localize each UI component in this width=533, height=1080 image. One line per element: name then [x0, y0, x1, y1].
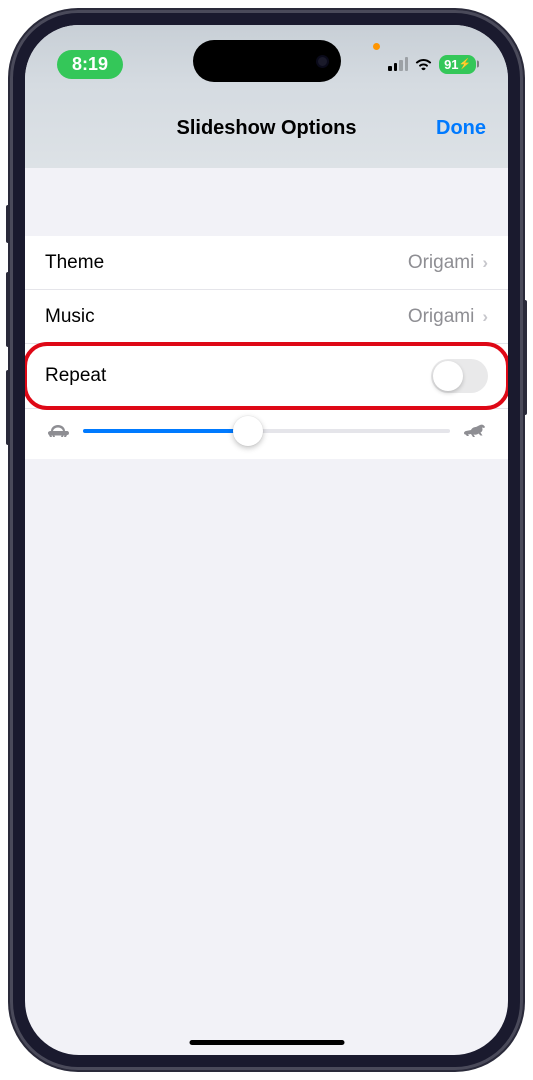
dynamic-island	[193, 40, 341, 82]
slider-thumb[interactable]	[233, 416, 263, 446]
tortoise-icon	[45, 421, 71, 441]
slider-fill	[83, 429, 248, 433]
charging-icon: ⚡	[459, 59, 471, 70]
music-value: Origami	[408, 306, 475, 328]
repeat-label: Repeat	[45, 365, 106, 387]
power-button	[523, 300, 527, 415]
theme-value: Origami	[408, 252, 475, 274]
home-indicator[interactable]	[189, 1040, 344, 1045]
music-label: Music	[45, 306, 95, 328]
battery-indicator: 91⚡	[439, 55, 476, 74]
silence-switch	[6, 205, 10, 243]
iphone-frame: 8:19 91⚡ Slideshow Options Done	[10, 10, 523, 1070]
chevron-right-icon: ›	[482, 307, 488, 327]
content-area: Theme Origami › Music Origami › Re	[25, 168, 508, 459]
repeat-row[interactable]: Repeat	[25, 342, 508, 410]
cellular-signal-icon	[388, 57, 408, 71]
settings-list: Theme Origami › Music Origami › Re	[25, 236, 508, 459]
volume-up-button	[6, 272, 10, 347]
done-button[interactable]: Done	[436, 117, 486, 140]
front-camera	[316, 55, 329, 68]
navigation-header: Slideshow Options Done	[25, 85, 508, 168]
toggle-knob	[433, 361, 463, 391]
status-indicators: 91⚡	[388, 55, 476, 74]
theme-row[interactable]: Theme Origami ›	[25, 236, 508, 290]
page-title: Slideshow Options	[176, 117, 356, 140]
repeat-toggle[interactable]	[431, 359, 488, 393]
speed-slider[interactable]	[83, 429, 450, 433]
speed-slider-row	[25, 408, 508, 459]
theme-label: Theme	[45, 252, 104, 274]
music-row[interactable]: Music Origami ›	[25, 290, 508, 344]
volume-down-button	[6, 370, 10, 445]
mic-indicator	[373, 43, 380, 50]
screen: 8:19 91⚡ Slideshow Options Done	[25, 25, 508, 1055]
time-pill[interactable]: 8:19	[57, 50, 123, 79]
theme-value-group: Origami ›	[408, 252, 488, 274]
wifi-icon	[414, 57, 433, 71]
hare-icon	[462, 421, 488, 441]
music-value-group: Origami ›	[408, 306, 488, 328]
battery-percent: 91	[444, 57, 458, 72]
chevron-right-icon: ›	[482, 253, 488, 273]
